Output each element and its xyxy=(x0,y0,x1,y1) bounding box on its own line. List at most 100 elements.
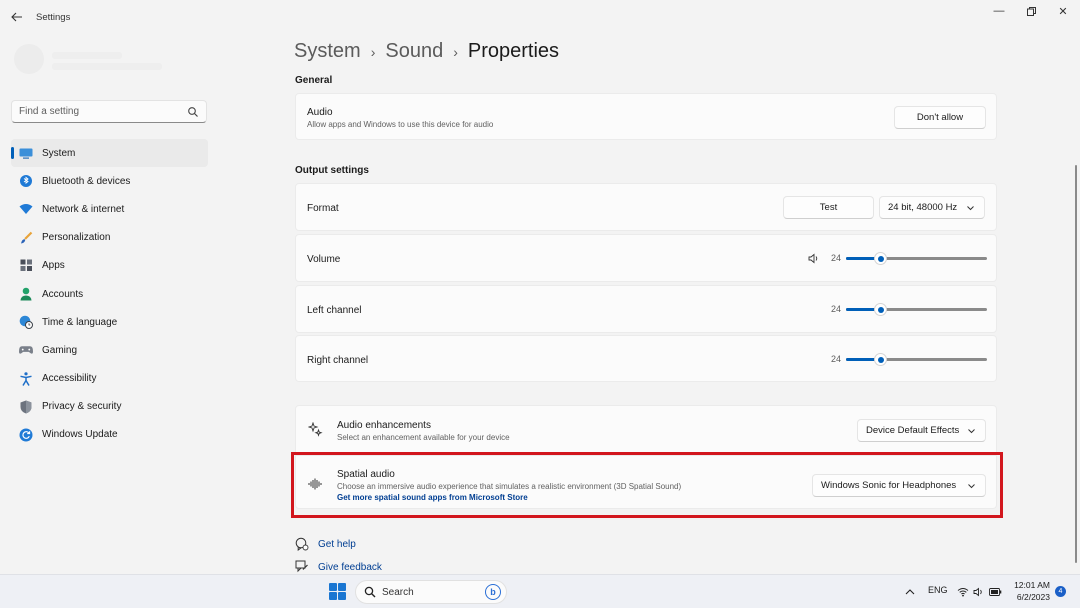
title-bar: Settings — ✕ xyxy=(0,0,1080,34)
sidebar-item-privacy[interactable]: Privacy & security xyxy=(11,393,208,421)
sidebar-item-network[interactable]: Network & internet xyxy=(11,195,208,223)
breadcrumb-separator: › xyxy=(370,43,376,60)
scrollbar[interactable] xyxy=(1075,165,1077,563)
sidebar-item-personalization[interactable]: Personalization xyxy=(11,224,208,252)
profile-area[interactable] xyxy=(12,44,202,76)
feedback-icon xyxy=(295,560,308,573)
spatial-audio-highlight xyxy=(291,452,1003,518)
volume-slider[interactable] xyxy=(846,253,987,264)
sidebar-item-time-language[interactable]: Time & language xyxy=(11,308,208,336)
breadcrumb-separator: › xyxy=(453,43,458,60)
dont-allow-button[interactable]: Don't allow xyxy=(894,106,986,129)
taskbar-search-label: Search xyxy=(382,586,414,598)
enhancements-title: Audio enhancements xyxy=(337,420,431,431)
right-channel-title: Right channel xyxy=(307,355,369,366)
volume-title: Volume xyxy=(307,254,341,265)
clock-date: 6/2/2023 xyxy=(1016,592,1050,602)
system-icon xyxy=(19,146,33,160)
right-channel-slider-thumb[interactable] xyxy=(875,354,886,365)
sidebar-item-label: Network & internet xyxy=(42,203,125,215)
left-channel-title: Left channel xyxy=(307,305,362,316)
right-channel-value: 24 xyxy=(831,354,842,364)
format-dropdown[interactable]: 24 bit, 48000 Hz xyxy=(879,196,985,219)
sidebar-item-label: Apps xyxy=(42,260,65,272)
volume-card: Volume 24 xyxy=(295,234,997,282)
sidebar-item-gaming[interactable]: Gaming xyxy=(11,336,208,364)
settings-search-input[interactable] xyxy=(12,101,172,121)
controller-icon xyxy=(19,343,33,357)
breadcrumb-sound[interactable]: Sound xyxy=(385,40,443,63)
globe-clock-icon xyxy=(19,315,33,330)
wifi-tray-icon[interactable] xyxy=(957,587,969,597)
update-icon xyxy=(19,428,33,442)
volume-slider-thumb[interactable] xyxy=(875,253,886,264)
language-indicator[interactable]: ENG xyxy=(928,585,948,595)
volume-tray-icon[interactable] xyxy=(973,587,984,597)
taskbar: Search b ENG 12:01 AM 6/2/2023 4 xyxy=(0,574,1080,608)
left-channel-slider[interactable] xyxy=(846,304,987,315)
brush-icon xyxy=(19,231,33,245)
sidebar-item-accounts[interactable]: Accounts xyxy=(11,280,208,308)
sidebar-item-label: System xyxy=(42,147,76,159)
taskbar-search[interactable]: Search b xyxy=(355,580,507,604)
clock-time: 12:01 AM xyxy=(1014,580,1050,590)
sidebar-item-system[interactable]: System xyxy=(11,139,208,168)
right-channel-card: Right channel 24 xyxy=(295,335,997,382)
left-channel-value: 24 xyxy=(831,304,842,314)
sidebar-item-label: Time & language xyxy=(42,316,118,328)
speaker-icon[interactable] xyxy=(808,253,819,264)
output-settings-heading: Output settings xyxy=(295,165,369,176)
sidebar-item-bluetooth[interactable]: Bluetooth & devices xyxy=(11,167,208,195)
right-channel-slider[interactable] xyxy=(846,354,987,365)
sidebar-item-label: Bluetooth & devices xyxy=(42,175,131,187)
minimize-button[interactable]: — xyxy=(984,4,1014,18)
sidebar-item-accessibility[interactable]: Accessibility xyxy=(11,365,208,393)
enhancements-subtitle: Select an enhancement available for your… xyxy=(337,433,510,442)
chevron-down-icon xyxy=(968,429,975,434)
chevron-down-icon xyxy=(967,206,974,211)
avatar xyxy=(14,44,44,74)
format-title: Format xyxy=(307,203,339,214)
maximize-button[interactable] xyxy=(1016,4,1046,18)
left-channel-slider-thumb[interactable] xyxy=(875,304,886,315)
search-icon xyxy=(364,586,376,598)
enhancements-value: Device Default Effects xyxy=(866,425,960,436)
sidebar-item-label: Accessibility xyxy=(42,373,97,385)
sidebar-item-label: Windows Update xyxy=(42,429,118,441)
sparkle-icon xyxy=(308,422,323,437)
audio-subtitle: Allow apps and Windows to use this devic… xyxy=(307,120,494,129)
app-title: Settings xyxy=(36,12,71,23)
bluetooth-icon xyxy=(19,174,33,188)
start-button[interactable] xyxy=(329,583,346,600)
test-button[interactable]: Test xyxy=(783,196,874,219)
clock[interactable]: 12:01 AM 6/2/2023 xyxy=(1008,579,1050,603)
sidebar-item-windows-update[interactable]: Windows Update xyxy=(11,421,208,449)
battery-tray-icon[interactable] xyxy=(989,587,1002,597)
apps-icon xyxy=(19,259,33,273)
close-button[interactable]: ✕ xyxy=(1048,4,1078,18)
get-help-link[interactable]: Get help xyxy=(295,537,356,551)
enhancements-dropdown[interactable]: Device Default Effects xyxy=(857,419,986,442)
shield-icon xyxy=(19,400,33,414)
bing-icon[interactable]: b xyxy=(485,584,501,600)
settings-search-box[interactable] xyxy=(11,100,207,123)
volume-value: 24 xyxy=(831,253,842,263)
notification-badge[interactable]: 4 xyxy=(1055,586,1066,597)
chevron-up-icon[interactable] xyxy=(905,588,915,595)
give-feedback-link[interactable]: Give feedback xyxy=(295,560,382,574)
breadcrumb-system[interactable]: System xyxy=(294,40,361,63)
search-icon xyxy=(188,107,198,117)
person-icon xyxy=(19,287,33,301)
sidebar-item-apps[interactable]: Apps xyxy=(11,252,208,280)
sidebar-nav: System Bluetooth & devices Network & int… xyxy=(11,139,208,449)
back-button[interactable] xyxy=(8,9,26,25)
sidebar-item-label: Gaming xyxy=(42,344,78,356)
left-channel-card: Left channel 24 xyxy=(295,285,997,333)
wifi-icon xyxy=(19,202,33,216)
sidebar-item-label: Privacy & security xyxy=(42,401,122,413)
audio-card: Audio Allow apps and Windows to use this… xyxy=(295,93,997,140)
back-arrow-icon xyxy=(11,12,22,22)
restore-icon xyxy=(1026,6,1036,16)
audio-title: Audio xyxy=(307,107,333,118)
give-feedback-label: Give feedback xyxy=(318,561,382,573)
